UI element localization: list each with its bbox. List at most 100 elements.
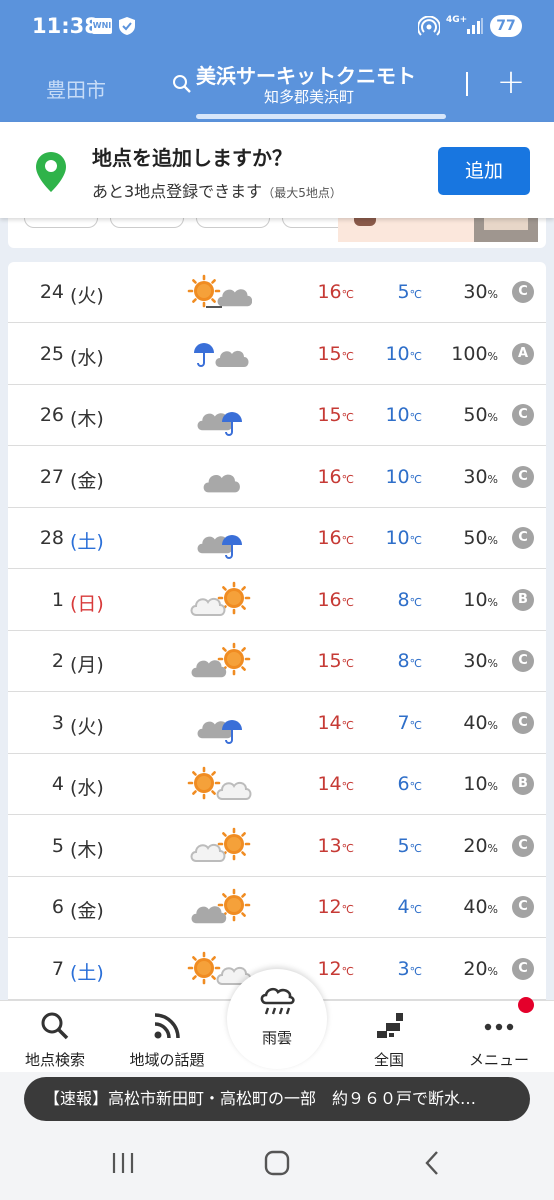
- forecast-low: 4℃: [397, 896, 422, 918]
- forecast-precip: 50%: [463, 404, 498, 426]
- add-location-banner: 地点を追加しますか？ あと3地点登録できます（最大5地点） 追加: [0, 122, 554, 218]
- nav-rain-label: 雨雲: [261, 1029, 292, 1047]
- bottom-navigation: 地点検索 地域の話題 雨雲 全国 メニュー: [0, 969, 554, 1073]
- forecast-row[interactable]: 5 (木) 13℃ 5℃ 20% C: [8, 816, 546, 877]
- nav-national[interactable]: 全国: [334, 1001, 444, 1073]
- home-icon[interactable]: [262, 1148, 292, 1178]
- forecast-row[interactable]: 4 (水) 14℃ 6℃ 10% B: [8, 754, 546, 815]
- japan-map-icon: [377, 1013, 403, 1038]
- forecast-weekday: (金): [70, 900, 104, 922]
- forecast-weekday: (木): [70, 838, 104, 861]
- cloud-icon: [203, 474, 240, 492]
- search-icon[interactable]: [172, 74, 192, 94]
- forecast-day: 7: [51, 957, 64, 980]
- forecast-day: 25: [39, 342, 64, 365]
- reliability-badge: C: [512, 281, 534, 303]
- system-navigation: [0, 1130, 554, 1200]
- reliability-badge: B: [512, 773, 534, 795]
- reliability-badge: C: [512, 650, 534, 672]
- rain-radar-button[interactable]: 雨雲: [227, 969, 327, 1069]
- forecast-precip: 20%: [463, 834, 498, 857]
- forecast-day: 1: [51, 588, 64, 611]
- forecast-weekday: (土): [70, 961, 104, 984]
- forecast-high: 15℃: [317, 342, 354, 365]
- forecast-day: 3: [51, 711, 64, 734]
- reliability-badge: B: [512, 588, 534, 611]
- forecast-precip: 20%: [463, 957, 498, 980]
- forecast-weekday: (水): [70, 346, 104, 369]
- prev-location-tab[interactable]: 豊田市: [46, 74, 106, 103]
- recent-apps-icon[interactable]: [108, 1148, 138, 1178]
- forecast-low: 3℃: [397, 957, 422, 980]
- banner-note: （最大5地点）: [262, 186, 342, 200]
- forecast-row[interactable]: 25 (水) 15℃ 10℃ 100% A: [8, 324, 546, 385]
- forecast-day: 26: [39, 404, 64, 426]
- forecast-low: 8℃: [397, 650, 422, 672]
- nav-menu[interactable]: メニュー: [444, 1001, 554, 1073]
- forecast-precip: 40%: [463, 711, 498, 734]
- forecast-day: 5: [51, 834, 64, 857]
- forecast-high: 16℃: [317, 465, 354, 488]
- tab-indicator: [196, 114, 446, 119]
- forecast-row[interactable]: 28 (土) 16℃ 10℃ 50% C: [8, 508, 546, 569]
- forecast-high: 14℃: [317, 773, 354, 795]
- forecast-high: 15℃: [317, 650, 354, 672]
- forecast-row[interactable]: 27 (金) 16℃ 10℃ 30% C: [8, 447, 546, 508]
- reliability-badge: C: [512, 404, 534, 426]
- forecast-weekday: (木): [70, 408, 104, 430]
- cloud-sun-dark-icon: [191, 888, 251, 924]
- forecast-low: 8℃: [397, 588, 422, 611]
- reliability-badge: A: [512, 342, 534, 365]
- forecast-row[interactable]: 6 (金) 12℃ 4℃ 40% C: [8, 877, 546, 938]
- forecast-row[interactable]: 26 (木) 15℃ 10℃ 50% C: [8, 385, 546, 446]
- location-header: 豊田市 美浜サーキットクニモト 知多郡美浜町 +: [0, 58, 554, 122]
- forecast-precip: 50%: [463, 527, 498, 549]
- forecast-row[interactable]: 24 (火) 16℃ 5℃ 30% C: [8, 262, 546, 323]
- cloud-sun-icon: [190, 581, 251, 616]
- forecast-row[interactable]: 1 (日) 16℃ 8℃ 10% B: [8, 570, 546, 631]
- forecast-precip: 30%: [463, 281, 498, 303]
- location-subtitle: 知多郡美浜町: [264, 88, 355, 106]
- breaking-news-ticker[interactable]: 【速報】高松市新田町・高松町の一部 約９６０戸で断水…: [24, 1077, 530, 1121]
- nav-topics[interactable]: 地域の話題: [112, 1001, 222, 1073]
- forecast-low: 7℃: [397, 711, 422, 734]
- forecast-high: 13℃: [317, 834, 354, 857]
- nav-search[interactable]: 地点検索: [0, 1001, 110, 1073]
- forecast-row[interactable]: 3 (火) 14℃ 7℃ 40% C: [8, 693, 546, 754]
- add-button[interactable]: 追加: [438, 147, 530, 195]
- forecast-weekday: (金): [70, 469, 104, 492]
- forecast-weekday: (土): [70, 531, 104, 553]
- app-header: 11:38 WNI 4G+ 77 豊田市 美浜サーキットクニモト 知多郡美浜町 …: [0, 0, 554, 122]
- forecast-precip: 100%: [451, 342, 498, 365]
- location-title[interactable]: 美浜サーキットクニモト: [196, 60, 416, 89]
- umbrella-cloud-icon: [194, 342, 249, 367]
- rss-icon: [154, 1013, 180, 1039]
- cloud-sun-dark-icon: [191, 642, 251, 678]
- status-time: 11:38: [32, 14, 99, 38]
- back-icon[interactable]: [418, 1148, 448, 1178]
- forecast-day: 6: [51, 896, 64, 918]
- forecast-weekday: (水): [70, 777, 104, 799]
- notification-dot: [518, 997, 534, 1013]
- forecast-day: 28: [39, 527, 64, 549]
- nav-search-label: 地点検索: [24, 1051, 85, 1069]
- forecast-precip: 30%: [463, 465, 498, 488]
- forecast-low: 10℃: [385, 342, 422, 365]
- forecast-row[interactable]: 2 (月) 15℃ 8℃ 30% C: [8, 631, 546, 692]
- hotspot-icon: [418, 16, 440, 36]
- add-location-button[interactable]: +: [496, 65, 526, 100]
- wni-notification-icon: WNI: [92, 18, 112, 34]
- forecast-low: 5℃: [397, 281, 422, 303]
- reliability-badge: C: [512, 527, 534, 549]
- search-icon: [41, 1012, 69, 1040]
- header-divider: [466, 72, 468, 96]
- forecast-high: 16℃: [317, 588, 354, 611]
- forecast-low: 6℃: [397, 773, 422, 795]
- reliability-badge: C: [512, 957, 534, 980]
- forecast-weekday: (日): [70, 592, 104, 615]
- forecast-day: 24: [39, 281, 64, 303]
- forecast-day: 27: [39, 465, 64, 488]
- battery-indicator: 77: [490, 15, 522, 37]
- forecast-high: 14℃: [317, 711, 354, 734]
- forecast-day: 4: [51, 773, 64, 795]
